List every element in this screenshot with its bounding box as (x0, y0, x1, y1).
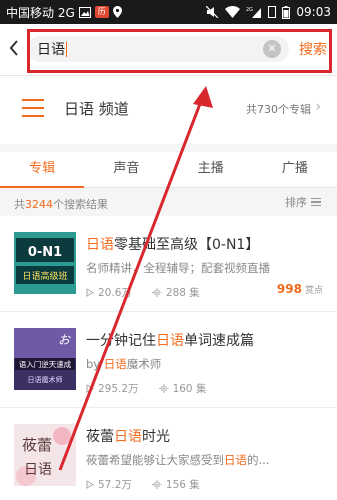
album-description: by 日语魔术师 (86, 357, 162, 371)
sort-lines-icon (311, 197, 321, 207)
carrier-label: 中国移动 2G (6, 5, 75, 20)
thumb-line-1: 莜蕾 (22, 436, 52, 454)
tab-albums[interactable]: 专辑 (0, 152, 85, 188)
chevron-right-icon: › (315, 99, 321, 115)
episodes-icon (151, 288, 162, 297)
image-notification-icon (78, 6, 91, 18)
play-count-icon (86, 384, 94, 393)
tab-hosts[interactable]: 主播 (169, 152, 253, 187)
album-meta: 57.2万 156 集 (86, 477, 200, 492)
status-bar: 中国移动 2G 历 2G 09:03 (0, 0, 337, 24)
back-button[interactable] (6, 36, 22, 60)
thumb-line-2: 日语魔术师 (28, 375, 63, 384)
svg-text:2G: 2G (246, 7, 253, 13)
menu-icon (22, 99, 44, 117)
album-cover-thumbnail: 莜蕾 日语 (14, 424, 76, 486)
play-count-icon (86, 288, 94, 297)
episode-count: 160 集 (172, 383, 207, 395)
app-notification-icon: 历 (94, 6, 109, 18)
sort-label: 排序 (285, 196, 307, 209)
album-item[interactable]: お 语入门逆天速成 日语魔术师 一分钟记住日语单词速成篇 by 日语魔术师 29… (0, 312, 337, 408)
annotation-highlight-box (27, 29, 332, 73)
channel-row[interactable]: 日语 频道 共730个专辑 › (0, 76, 337, 144)
album-title: 一分钟记住日语单词速成篇 (86, 333, 254, 349)
result-tabs: 专辑 声音 主播 广播 (0, 152, 337, 188)
reward-points: 998 赏点 (276, 282, 323, 296)
location-icon (112, 6, 122, 18)
album-title: 日语零基础至高级【0-N1】 (86, 237, 260, 253)
album-description: 名师精讲，全程辅导；配套视频直播 (86, 261, 270, 275)
episodes-icon (151, 480, 162, 489)
signal-icon: 2G (246, 6, 262, 18)
wifi-icon (225, 6, 241, 18)
play-count: 57.2万 (98, 479, 132, 491)
album-cover-thumbnail: 0-N1 日语高级班 (14, 232, 76, 294)
sort-button[interactable]: 排序 (285, 194, 321, 210)
thumb-glyph: お (58, 333, 72, 347)
episode-count: 156 集 (165, 479, 200, 491)
album-item[interactable]: 莜蕾 日语 莜蕾日语时光 莜蕾希望能够让大家感受到日语的... 57.2万 15… (0, 408, 337, 500)
sim-icon (268, 6, 277, 18)
mute-icon (206, 6, 219, 18)
album-list: 0-N1 日语高级班 日语零基础至高级【0-N1】 名师精讲，全程辅导；配套视频… (0, 216, 337, 500)
channel-title: 日语 频道 (64, 100, 129, 118)
play-count: 295.2万 (98, 383, 139, 395)
thumb-line-2: 日语高级班 (22, 270, 67, 282)
clock: 09:03 (296, 5, 331, 19)
tab-radio[interactable]: 广播 (253, 152, 337, 187)
channel-album-count: 共730个专辑 (246, 103, 311, 116)
back-arrow-icon (9, 40, 18, 56)
tab-sounds[interactable]: 声音 (84, 152, 168, 187)
album-meta: 295.2万 160 集 (86, 381, 206, 396)
results-summary-bar: 共3244个搜索结果 排序 (0, 188, 337, 216)
album-title: 莜蕾日语时光 (86, 429, 170, 445)
episodes-icon (158, 384, 169, 393)
album-item[interactable]: 0-N1 日语高级班 日语零基础至高级【0-N1】 名师精讲，全程辅导；配套视频… (0, 216, 337, 312)
album-meta: 20.6万 288 集 (86, 285, 200, 300)
results-count-text: 共3244个搜索结果 (14, 198, 108, 211)
play-count: 20.6万 (98, 287, 132, 299)
thumb-line-2: 日语 (24, 462, 52, 478)
battery-icon (282, 5, 291, 19)
thumb-line-1: 0-N1 (28, 245, 62, 260)
album-cover-thumbnail: お 语入门逆天速成 日语魔术师 (14, 328, 76, 390)
album-description: 莜蕾希望能够让大家感受到日语的... (86, 453, 270, 467)
thumb-line-1: 语入门逆天速成 (19, 359, 72, 369)
play-count-icon (86, 480, 94, 489)
episode-count: 288 集 (165, 287, 200, 299)
